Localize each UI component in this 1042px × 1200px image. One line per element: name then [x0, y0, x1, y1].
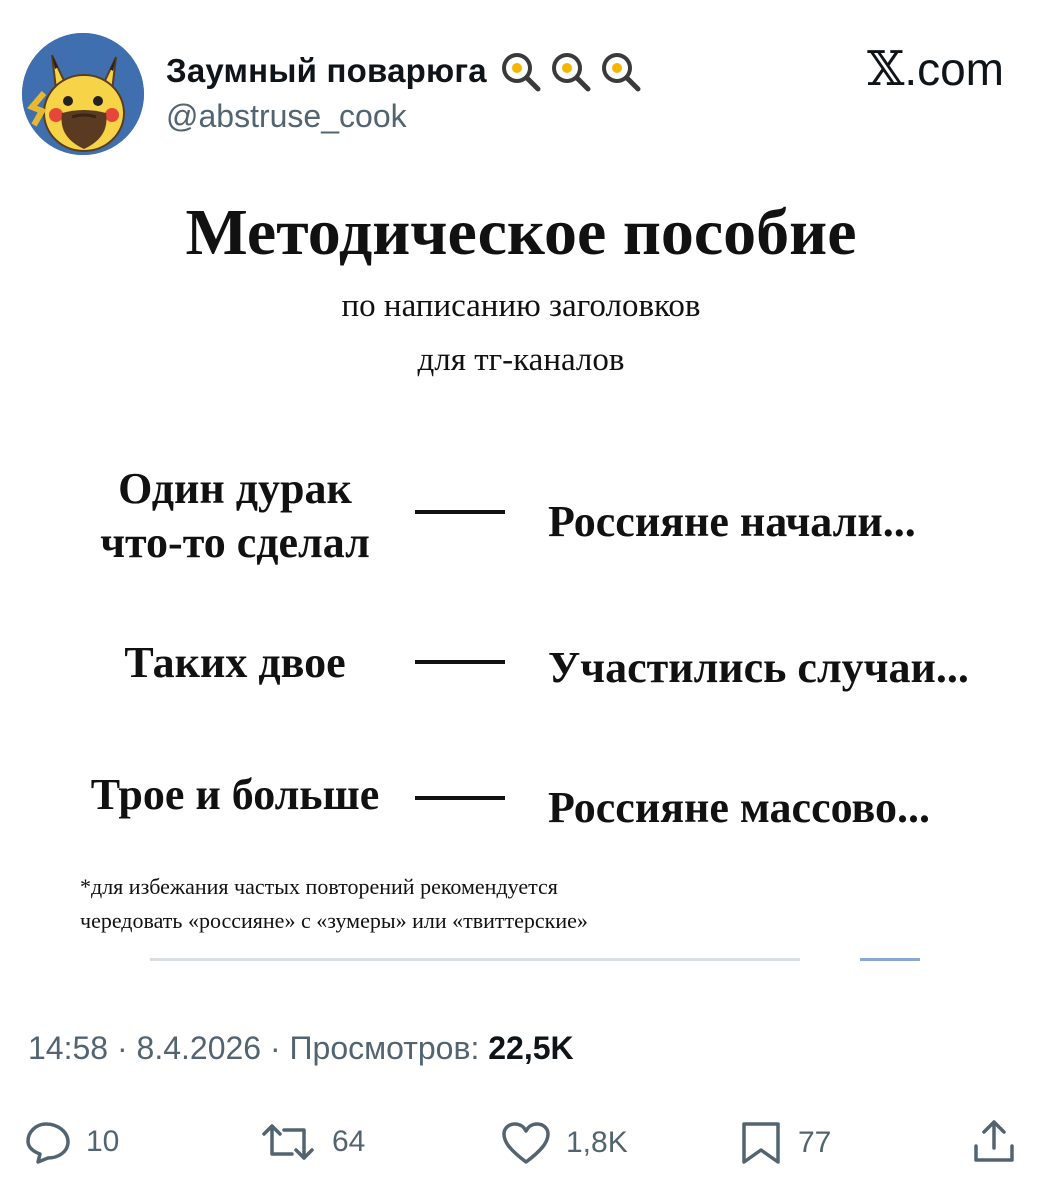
brand-logo: 𝕏 .com	[867, 42, 1004, 96]
post-image[interactable]: Методическое пособие по написанию заголо…	[0, 170, 1042, 970]
frying-pan-egg-icon	[601, 53, 641, 92]
post-time[interactable]: 14:58	[28, 1030, 108, 1066]
reply-icon	[26, 1122, 70, 1164]
bookmark-count: 77	[798, 1126, 832, 1159]
frying-pan-egg-icon	[501, 53, 541, 92]
heart-icon	[502, 1122, 550, 1164]
repost-count: 64	[332, 1125, 366, 1158]
handle[interactable]: @abstruse_cook	[166, 98, 407, 135]
views-count: 22,5K	[488, 1030, 574, 1066]
action-bar: 10 64 1,8K 77	[0, 1112, 1042, 1172]
row-dash	[415, 796, 505, 800]
display-name[interactable]: Заумный поварюга	[166, 52, 487, 90]
row-right-text: Россияне массово...	[548, 783, 930, 832]
row-left-line: Трое и больше	[90, 770, 380, 819]
repost-button[interactable]: 64	[258, 1120, 365, 1164]
views-label: Просмотров:	[289, 1030, 489, 1066]
meta-separator: ·	[108, 1030, 137, 1066]
reply-count: 10	[86, 1125, 120, 1158]
meme-title: Методическое пособие	[185, 196, 857, 269]
post-meta: 14:58 · 8.4.2026 · Просмотров: 22,5K	[28, 1030, 574, 1067]
footnote-line: чередовать «россияне» с «зумеры» или «тв…	[80, 908, 588, 933]
share-icon	[974, 1120, 1014, 1162]
row-left-line: что-то сделал	[100, 518, 370, 567]
name-row[interactable]: Заумный поварюга	[166, 47, 641, 95]
row-left-text: Таких двое	[60, 636, 410, 690]
row-dash	[415, 510, 505, 514]
repost-icon	[262, 1124, 314, 1160]
meme-subtitle-line: по написанию заголовков	[341, 288, 701, 324]
frying-pan-egg-icon	[551, 53, 591, 92]
name-emojis	[499, 50, 641, 92]
like-button[interactable]: 1,8K	[500, 1120, 628, 1166]
bookmark-icon	[742, 1122, 780, 1164]
like-count: 1,8K	[566, 1126, 628, 1159]
row-left-line: Таких двое	[124, 638, 346, 687]
image-crop-edge	[860, 958, 920, 961]
share-button[interactable]	[970, 1118, 1018, 1166]
bookmark-button[interactable]: 77	[738, 1120, 831, 1166]
row-right-text: Участились случаи...	[548, 643, 969, 692]
image-crop-edge	[150, 958, 800, 961]
row-left-line: Один дурак	[118, 464, 352, 513]
pikachu-avatar-icon	[22, 33, 144, 155]
brand-suffix: .com	[904, 43, 1004, 95]
reply-button[interactable]: 10	[24, 1120, 119, 1164]
post-date[interactable]: 8.4.2026	[137, 1030, 262, 1066]
meme-subtitle-line: для тг-каналов	[417, 342, 625, 378]
footnote-line: *для избежания частых повторений рекомен…	[80, 874, 558, 899]
row-left-text: Трое и больше	[55, 768, 415, 822]
avatar[interactable]	[22, 33, 144, 155]
x-logo-icon: 𝕏	[867, 41, 905, 97]
meta-separator: ·	[261, 1030, 290, 1066]
row-left-text: Один дурак что-то сделал	[60, 462, 410, 570]
row-right-text: Россияне начали...	[548, 497, 916, 546]
row-dash	[415, 660, 505, 664]
